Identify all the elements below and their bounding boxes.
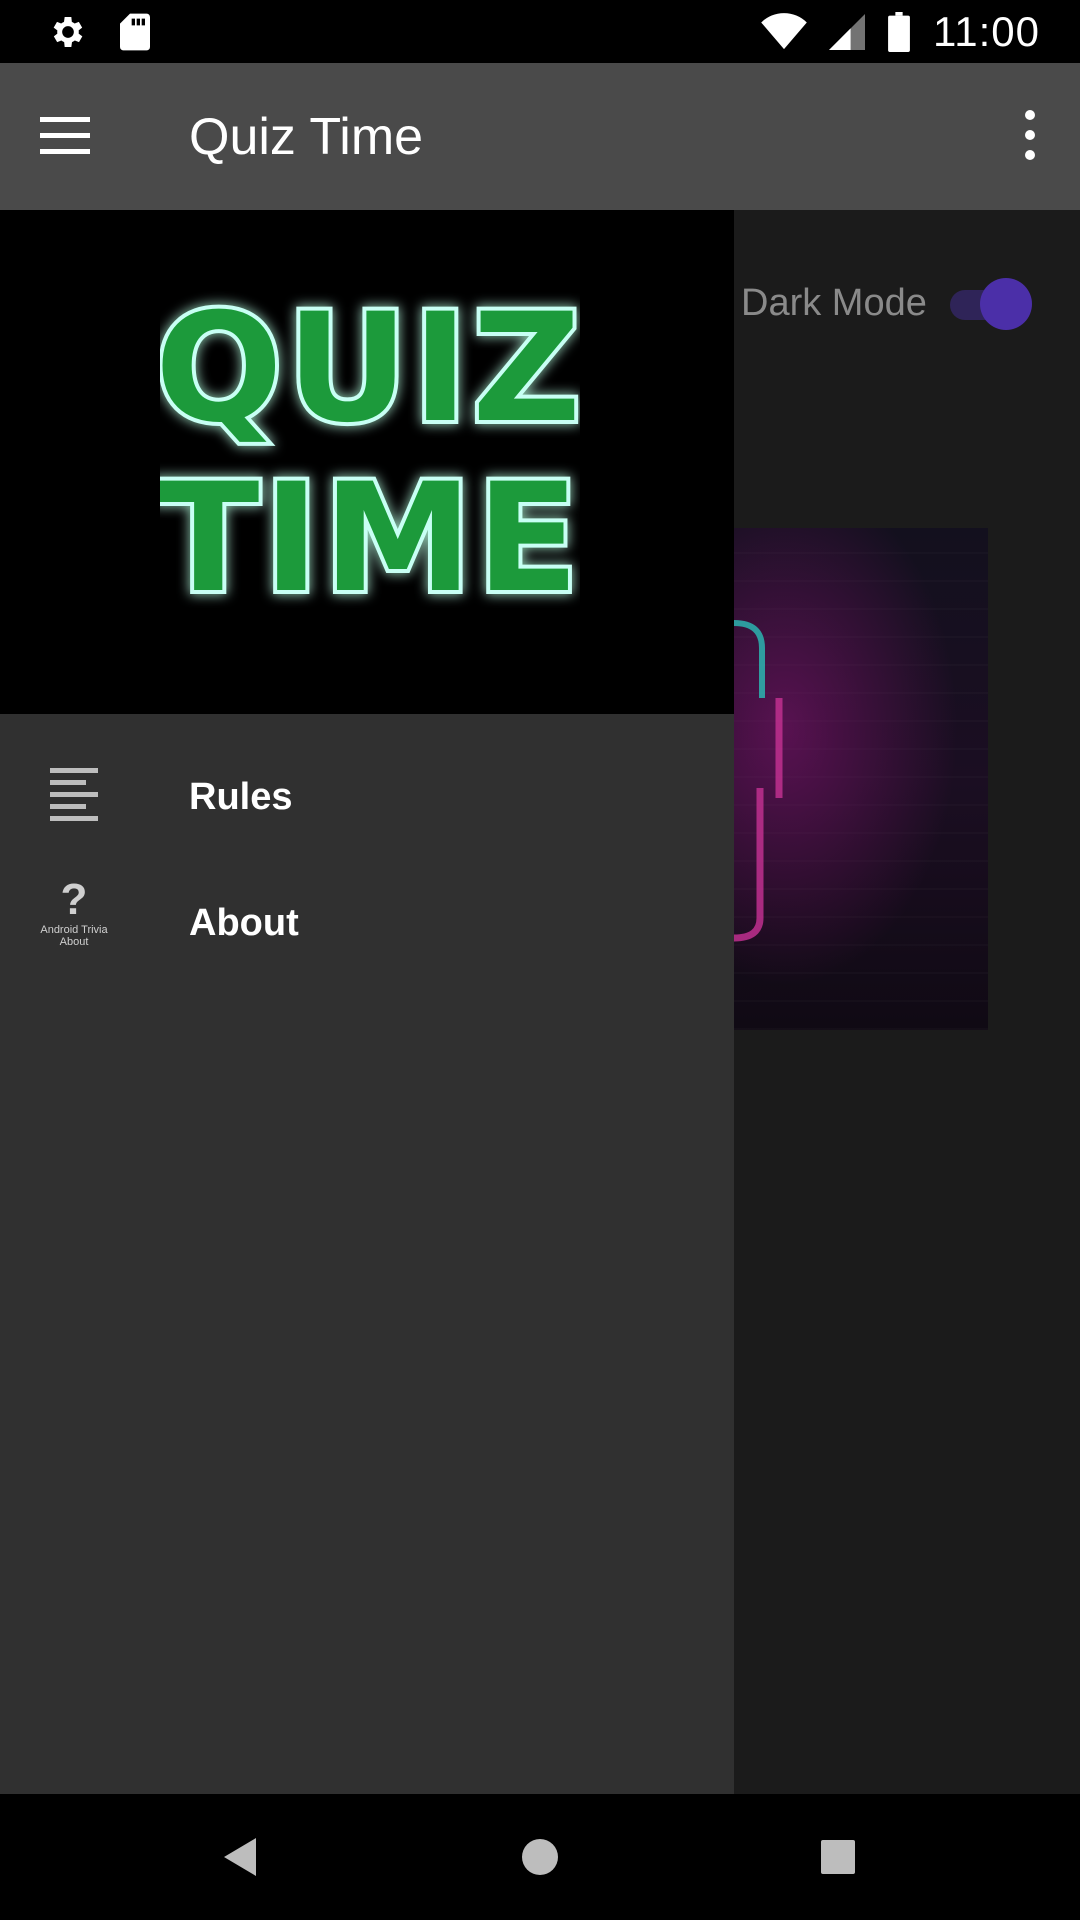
status-time: 11:00 [933, 8, 1040, 55]
more-vert-icon[interactable] [1010, 103, 1050, 167]
navigation-drawer: QUIZ TIME Rules ? Android Trivia About A… [0, 210, 734, 1794]
home-icon[interactable] [507, 1824, 573, 1890]
drawer-item-about[interactable]: ? Android Trivia About About [0, 864, 734, 984]
drawer-item-label: Rules [189, 776, 293, 818]
sd-card-icon [120, 13, 150, 51]
recents-icon[interactable] [805, 1824, 871, 1890]
app-title: Quiz Time [189, 108, 424, 166]
question-mark-glyph: ? [60, 875, 88, 924]
battery-icon [888, 12, 910, 52]
wifi-icon [761, 13, 807, 50]
settings-icon [53, 17, 83, 47]
cell-signal-icon [829, 14, 865, 50]
about-icon-caption-2: About [59, 936, 89, 948]
about-question-icon: ? Android Trivia About [34, 878, 114, 962]
system-nav-bar [0, 1794, 1080, 1920]
about-icon-caption-1: Android Trivia [40, 924, 108, 936]
back-icon[interactable] [208, 1824, 274, 1890]
status-bar: 11:00 [0, 0, 1080, 63]
rules-list-icon [50, 768, 98, 821]
drawer-header: QUIZ TIME [0, 210, 734, 714]
dark-mode-label: Dark Mode [741, 282, 927, 324]
switch-thumb [980, 278, 1032, 330]
neon-sign-image [733, 528, 988, 1030]
quiz-time-logo: QUIZ TIME [160, 278, 580, 630]
app-bar: Quiz Time [0, 63, 1080, 210]
menu-icon[interactable] [40, 111, 96, 161]
svg-text:QUIZ: QUIZ [160, 282, 580, 456]
svg-text:TIME: TIME [160, 452, 580, 626]
drawer-item-label: About [189, 902, 299, 944]
neon-sign-art [733, 620, 783, 942]
drawer-item-rules[interactable]: Rules [0, 738, 734, 858]
dark-mode-switch[interactable] [950, 278, 1034, 330]
